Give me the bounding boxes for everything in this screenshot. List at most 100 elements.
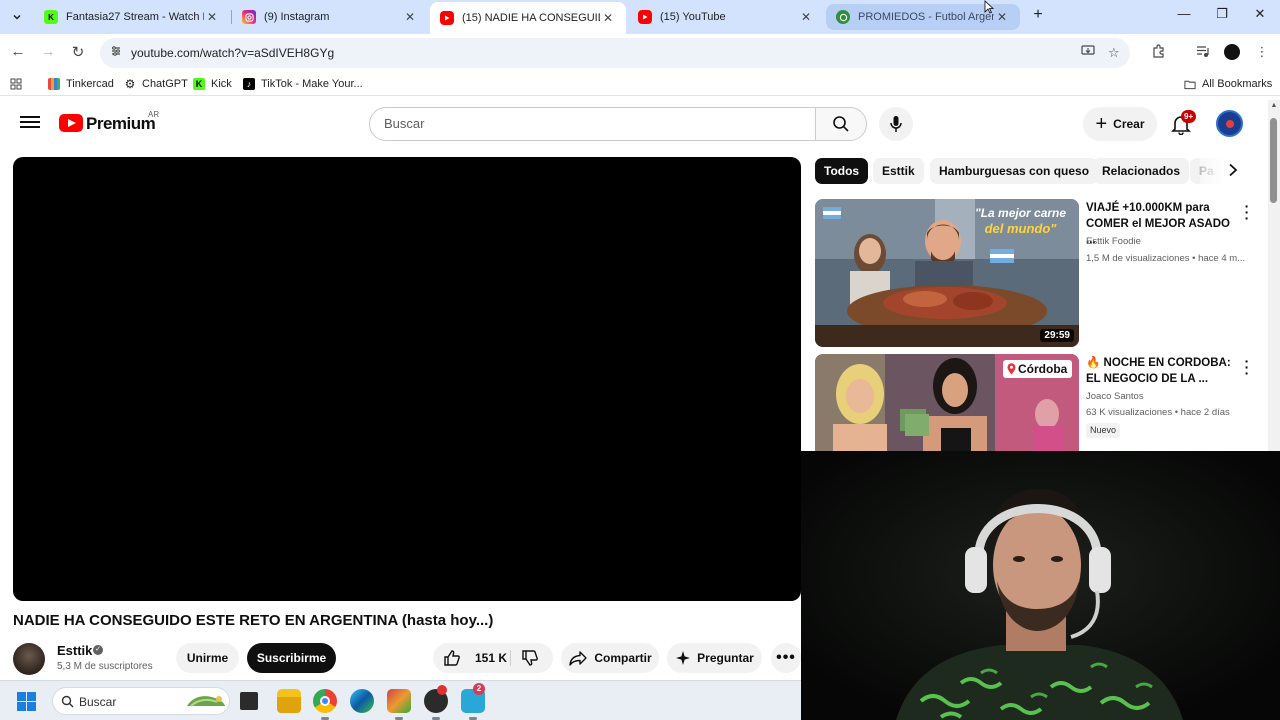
share-button[interactable]: Compartir — [561, 643, 659, 673]
chip-hamburguesas[interactable]: Hamburguesas con queso — [930, 158, 1099, 184]
chip-label: Todos — [824, 164, 860, 178]
plus-icon: + — [1095, 113, 1108, 135]
reload-icon[interactable]: ↻ — [68, 43, 88, 63]
chip-label: Hamburguesas con queso — [939, 164, 1090, 178]
more-actions-button[interactable]: ••• — [771, 643, 801, 673]
like-button[interactable]: 151 K — [443, 649, 507, 667]
task-view-icon[interactable] — [240, 692, 258, 710]
chip-todos[interactable]: Todos — [815, 158, 869, 184]
tab-title: PROMIEDOS - Futbol Argentino — [858, 11, 994, 23]
close-tab-icon[interactable]: ✕ — [600, 11, 616, 25]
voice-search-button[interactable] — [879, 107, 913, 141]
messaging-app-icon[interactable]: 2 — [461, 683, 485, 713]
bookmark-tiktok[interactable]: ♪ TikTok - Make Your... — [243, 76, 363, 92]
chrome-icon[interactable] — [313, 689, 337, 713]
browser-toolbar: ← → ↻ youtube.com/watch?v=aSdIVEH8GYg ☆ … — [0, 34, 1280, 72]
windows-start-icon[interactable] — [17, 692, 36, 711]
account-avatar[interactable] — [1216, 110, 1243, 137]
url-text[interactable]: youtube.com/watch?v=aSdIVEH8GYg — [131, 46, 334, 60]
channel-name[interactable]: Esttik — [57, 643, 92, 658]
media-controls-icon[interactable] — [1193, 44, 1211, 62]
file-explorer-icon[interactable] — [277, 689, 301, 713]
recommendation-title[interactable]: 🔥 NOCHE EN CORDOBA: EL NEGOCIO DE LA ... — [1086, 355, 1236, 387]
notification-count-badge: 9+ — [1181, 110, 1197, 123]
close-tab-icon[interactable]: ✕ — [798, 10, 814, 24]
restore-icon[interactable]: ❐ — [1209, 6, 1235, 26]
address-bar[interactable]: youtube.com/watch?v=aSdIVEH8GYg ☆ — [100, 38, 1130, 68]
subscribe-button[interactable]: Suscribirme — [247, 643, 336, 673]
apps-grid-icon[interactable] — [10, 76, 22, 92]
edge-icon[interactable] — [350, 689, 374, 713]
recommendation-thumbnail[interactable]: "La mejor carne del mundo" 29:59 — [815, 199, 1079, 347]
youtube-logo-icon[interactable] — [59, 114, 83, 132]
bookmark-label: ChatGPT — [142, 78, 188, 90]
more-horizontal-icon: ••• — [776, 649, 796, 666]
menu-icon[interactable] — [20, 113, 40, 133]
webcam-overlay — [801, 451, 1280, 720]
chip-esttik[interactable]: Esttik — [873, 158, 924, 184]
recommendation-channel[interactable]: Joaco Santos — [1086, 391, 1144, 402]
promiedos-icon — [836, 10, 850, 24]
tab-youtube-video[interactable]: (15) NADIE HA CONSEGUIDO E ✕ — [430, 2, 626, 34]
tab-fantasia27[interactable]: K Fantasia27 Stream - Watch Live ✕ — [34, 4, 230, 30]
recommendation-meta: 63 K visualizaciones • hace 2 días — [1086, 407, 1230, 418]
join-button[interactable]: Unirme — [176, 643, 239, 673]
extensions-icon[interactable] — [1149, 44, 1167, 62]
taskbar-search-input[interactable]: Buscar — [52, 687, 230, 715]
browser-profile-avatar[interactable] — [1224, 44, 1240, 60]
scrollbar-thumb[interactable] — [1270, 118, 1277, 203]
tab-search-chevron-icon[interactable] — [6, 6, 28, 28]
close-tab-icon[interactable]: ✕ — [994, 10, 1010, 24]
chevron-right-icon[interactable] — [1224, 163, 1242, 181]
recommendation-meta: 1,5 M de visualizaciones • hace 4 m... — [1086, 253, 1246, 264]
like-count: 151 K — [475, 651, 508, 665]
bookmark-star-icon[interactable]: ☆ — [1108, 45, 1120, 61]
tab-title: Fantasia27 Stream - Watch Live — [66, 11, 204, 23]
chip-relacionados[interactable]: Relacionados — [1093, 158, 1190, 184]
bookmark-kick[interactable]: K Kick — [193, 76, 232, 92]
more-vertical-icon[interactable]: · · · — [1243, 354, 1251, 380]
recommendation-thumbnail[interactable]: Córdoba — [815, 354, 1079, 451]
chip-label: Relacionados — [1102, 164, 1181, 178]
minecraft-icon[interactable] — [387, 689, 411, 713]
create-button[interactable]: + Crear — [1083, 107, 1157, 141]
forward-arrow-icon[interactable]: → — [38, 43, 58, 63]
install-app-icon[interactable] — [1081, 45, 1095, 60]
close-tab-icon[interactable]: ✕ — [204, 10, 220, 24]
search-input[interactable]: Buscar — [369, 107, 816, 141]
bookmark-chatgpt[interactable]: ⚙ ChatGPT — [124, 76, 188, 92]
windows-taskbar: Buscar 2 — [0, 680, 801, 720]
video-player[interactable] — [13, 157, 801, 601]
all-bookmarks[interactable]: All Bookmarks — [1184, 76, 1272, 92]
scroll-up-icon[interactable]: ▲ — [1270, 102, 1278, 109]
youtube-premium-wordmark[interactable]: Premium — [86, 114, 156, 134]
ask-ai-button[interactable]: Preguntar — [667, 643, 762, 673]
like-dislike-group: 151 K — [433, 643, 553, 673]
sparkle-icon — [676, 651, 691, 665]
dislike-button[interactable] — [521, 649, 545, 670]
instagram-icon — [242, 10, 256, 24]
site-info-icon[interactable] — [110, 45, 122, 60]
close-tab-icon[interactable]: ✕ — [402, 10, 418, 24]
search-highlight-icon — [187, 696, 225, 707]
minimize-icon[interactable]: — — [1171, 6, 1197, 26]
search-icon — [61, 695, 74, 708]
recommendation-channel[interactable]: Esttik Foodie — [1086, 236, 1141, 247]
like-divider — [510, 650, 511, 666]
channel-avatar[interactable] — [13, 643, 45, 675]
chatgpt-icon: ⚙ — [124, 77, 136, 91]
bookmark-tinkercad[interactable]: Tinkercad — [48, 76, 114, 92]
tab-youtube-home[interactable]: (15) YouTube ✕ — [628, 4, 824, 30]
browser-tab-strip: K Fantasia27 Stream - Watch Live ✕ (9) I… — [0, 0, 1280, 34]
create-label: Crear — [1113, 117, 1145, 131]
new-tab-button[interactable]: + — [1028, 6, 1048, 26]
back-arrow-icon[interactable]: ← — [8, 43, 28, 63]
browser-menu-icon[interactable]: ⋮ — [1253, 44, 1271, 62]
folder-icon — [1184, 78, 1196, 90]
tab-instagram[interactable]: (9) Instagram ✕ — [232, 4, 428, 30]
obs-icon[interactable] — [424, 685, 448, 713]
microphone-icon — [890, 116, 902, 132]
more-vertical-icon[interactable]: · · · — [1243, 199, 1251, 225]
close-window-icon[interactable]: ✕ — [1247, 6, 1273, 26]
search-button[interactable] — [815, 107, 867, 141]
